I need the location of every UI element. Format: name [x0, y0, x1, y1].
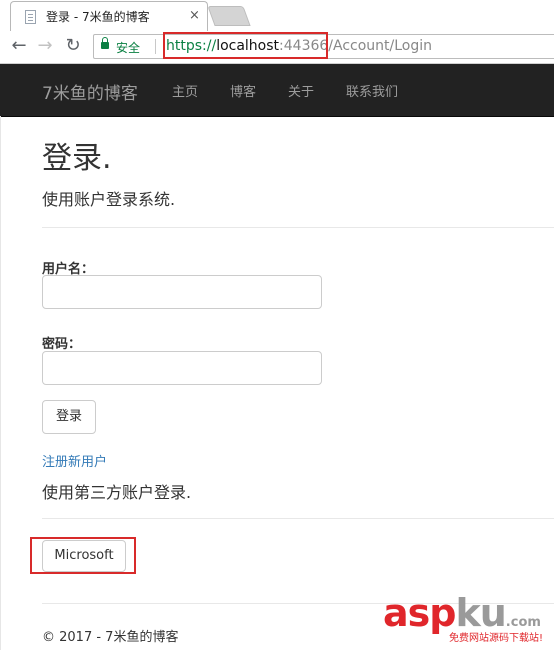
page-subtitle: 使用账户登录系统.	[42, 190, 176, 209]
site-brand[interactable]: 7米鱼的博客	[42, 79, 138, 104]
login-button[interactable]: 登录	[42, 400, 96, 434]
username-input[interactable]	[42, 275, 322, 309]
reload-icon[interactable]: ↻	[63, 36, 83, 56]
watermark-brand-red: asp	[383, 591, 456, 635]
back-arrow-icon[interactable]: ←	[9, 36, 29, 56]
lock-icon	[101, 37, 109, 49]
password-label: 密码：	[42, 337, 82, 352]
microsoft-login-button[interactable]: Microsoft	[42, 540, 126, 572]
external-login-heading: 使用第三方账户登录.	[42, 483, 192, 502]
browser-tab-strip: 登录 - 7米鱼的博客 ×	[0, 0, 554, 32]
aspku-watermark-logo: aspku.com 免费网站源码下载站!	[383, 591, 551, 645]
url-path: /Account/Login	[328, 38, 433, 54]
divider	[42, 227, 554, 228]
omnibox-divider	[155, 39, 156, 54]
forward-arrow-icon[interactable]: →	[35, 36, 55, 56]
nav-link-contact[interactable]: 联系我们	[346, 81, 398, 100]
page-icon	[25, 10, 36, 24]
address-bar[interactable]: 安全 https://localhost:44366/Account/Login	[93, 32, 554, 59]
watermark-tagline: 免费网站源码下载站!	[449, 633, 544, 644]
site-navbar: 7米鱼的博客 主页 博客 关于 联系我们	[0, 64, 554, 117]
page-edge	[0, 116, 1, 650]
nav-link-about[interactable]: 关于	[288, 81, 314, 100]
page-title: 登录.	[42, 141, 112, 176]
browser-tab[interactable]: 登录 - 7米鱼的博客 ×	[10, 1, 208, 31]
close-icon[interactable]: ×	[189, 7, 200, 25]
password-input[interactable]	[42, 351, 322, 385]
nav-link-home[interactable]: 主页	[172, 81, 198, 100]
url-highlight-box	[163, 32, 328, 59]
footer-copyright: © 2017 - 7米鱼的博客	[42, 630, 179, 645]
tab-title: 登录 - 7米鱼的博客	[46, 10, 150, 24]
divider	[42, 518, 554, 519]
browser-toolbar: ← → ↻ 安全 https://localhost:44366/Account…	[0, 31, 554, 64]
nav-link-blog[interactable]: 博客	[230, 81, 256, 100]
new-tab-button[interactable]	[207, 6, 251, 26]
watermark-domain: .com	[505, 615, 541, 630]
register-link[interactable]: 注册新用户	[42, 451, 107, 470]
secure-label: 安全	[116, 41, 141, 55]
